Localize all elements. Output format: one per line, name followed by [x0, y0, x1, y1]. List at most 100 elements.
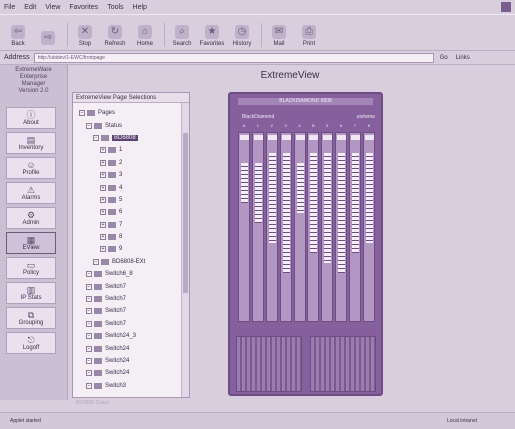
favorites-button[interactable]: ★ Favorites [198, 25, 226, 47]
tree-node[interactable]: − Switch7 [79, 318, 189, 330]
menu-help[interactable]: Help [133, 4, 147, 11]
expand-toggle-icon[interactable]: − [86, 296, 92, 303]
expand-toggle-icon[interactable]: + [100, 246, 106, 253]
slot-ports[interactable] [241, 163, 248, 203]
mail-button[interactable]: ✉ Mail [265, 25, 293, 47]
expand-toggle-icon[interactable]: + [100, 221, 106, 228]
nav-admin[interactable]: ⚙ Admin [6, 207, 56, 229]
tree-node[interactable]: +4 [79, 181, 189, 193]
expand-toggle-icon[interactable]: − [86, 308, 92, 315]
tree-node[interactable]: +7 [79, 219, 189, 231]
menu-tools[interactable]: Tools [107, 4, 123, 11]
stop-button[interactable]: ✕ Stop [71, 25, 99, 47]
chassis-slot[interactable] [251, 132, 264, 322]
slot-ports[interactable] [254, 163, 262, 223]
expand-toggle-icon[interactable]: − [86, 333, 92, 340]
chassis-view[interactable]: BLACKDIAMOND 6808 BlackDiamond extreme A… [228, 92, 383, 396]
tree-node[interactable]: +8 [79, 231, 189, 243]
nav-profile[interactable]: ☺ Profile [6, 157, 56, 179]
chassis-slot[interactable] [279, 132, 292, 322]
power-supply-left[interactable] [236, 336, 302, 392]
tree-node[interactable]: − Switch24 [79, 342, 189, 354]
home-button[interactable]: ⌂ Home [131, 25, 159, 47]
tree-node[interactable]: − Switch24_3 [79, 330, 189, 342]
slot-ports[interactable] [296, 163, 304, 213]
menu-edit[interactable]: Edit [24, 4, 36, 11]
slot-ports[interactable] [282, 153, 290, 273]
tree-node[interactable]: − BD6808-EXt [79, 256, 189, 268]
chassis-slot[interactable] [265, 132, 278, 322]
slot-ports[interactable] [324, 153, 332, 263]
links-button[interactable]: Links [456, 55, 470, 61]
print-button[interactable]: ⎙ Print [295, 25, 323, 47]
expand-toggle-icon[interactable]: + [100, 209, 106, 216]
tree-node[interactable]: +6 [79, 206, 189, 218]
forward-button[interactable]: ⇨ [34, 31, 62, 47]
expand-toggle-icon[interactable]: − [86, 382, 92, 389]
nav-ip-stats[interactable]: ▥ IP Stats [6, 282, 56, 304]
nav-alarms[interactable]: ⚠ Alarms [6, 182, 56, 204]
nav-policy[interactable]: ▭ Policy [6, 257, 56, 279]
nav-logoff[interactable]: ⎋ Logoff [6, 332, 56, 354]
slot-ports[interactable] [352, 153, 359, 253]
expand-toggle-icon[interactable]: − [93, 258, 99, 265]
scroll-thumb[interactable] [183, 133, 188, 293]
tree-node[interactable]: +9 [79, 243, 189, 255]
chassis-slot[interactable] [349, 132, 361, 322]
nav-about[interactable]: ⓘ About [6, 107, 56, 129]
expand-toggle-icon[interactable]: − [86, 283, 92, 290]
nav-inventory[interactable]: ▤ Inventory [6, 132, 56, 154]
slot-ports[interactable] [365, 153, 373, 243]
chassis-slot[interactable] [321, 132, 334, 322]
tree-node[interactable]: +3 [79, 169, 189, 181]
expand-toggle-icon[interactable]: + [100, 196, 106, 203]
chassis-slot[interactable] [362, 132, 375, 322]
slot-ports[interactable] [338, 153, 346, 273]
slot-ports[interactable] [310, 153, 318, 253]
slot-ports[interactable] [268, 153, 276, 243]
tree-node[interactable]: − BD6808 [79, 132, 189, 144]
expand-toggle-icon[interactable]: − [79, 110, 85, 117]
tree-node[interactable]: − Switch3 [79, 380, 189, 392]
tree-node[interactable]: − Switch6_8 [79, 268, 189, 280]
expand-toggle-icon[interactable]: − [86, 271, 92, 278]
back-button[interactable]: ⇦ Back [4, 25, 32, 47]
refresh-button[interactable]: ↻ Refresh [101, 25, 129, 47]
tree-node[interactable]: +1 [79, 144, 189, 156]
expand-toggle-icon[interactable]: + [100, 159, 106, 166]
expand-toggle-icon[interactable]: − [86, 320, 92, 327]
tree-node[interactable]: − Switch7 [79, 280, 189, 292]
go-button[interactable]: Go [440, 55, 448, 61]
expand-toggle-icon[interactable]: − [86, 358, 92, 364]
expand-toggle-icon[interactable]: + [100, 234, 106, 241]
expand-toggle-icon[interactable]: + [100, 184, 106, 191]
expand-toggle-icon[interactable]: − [86, 370, 92, 377]
tree-node[interactable]: − Switch24 [79, 355, 189, 367]
nav-eview[interactable]: ▦ EView [6, 232, 56, 254]
search-button[interactable]: ⌕ Search [168, 25, 196, 47]
tree-node[interactable]: − Switch7 [79, 293, 189, 305]
chassis-slot[interactable] [293, 132, 306, 322]
chassis-slot[interactable] [238, 132, 250, 322]
tree-node[interactable]: − Switch7 [79, 305, 189, 317]
expand-toggle-icon[interactable]: + [100, 172, 106, 179]
menu-favorites[interactable]: Favorites [69, 4, 98, 11]
tree-node[interactable]: +2 [79, 157, 189, 169]
chassis-slot[interactable] [335, 132, 348, 322]
menu-file[interactable]: File [4, 4, 15, 11]
tree-node[interactable]: − Status [79, 119, 189, 131]
chassis-slot[interactable] [307, 132, 320, 322]
expand-toggle-icon[interactable]: − [86, 122, 92, 129]
nav-grouping[interactable]: ⧉ Grouping [6, 307, 56, 329]
expand-toggle-icon[interactable]: + [100, 147, 106, 154]
menu-view[interactable]: View [45, 4, 60, 11]
expand-toggle-icon[interactable]: − [86, 345, 92, 352]
tree-node[interactable]: − Pages [79, 107, 189, 119]
tree-scrollbar[interactable] [181, 103, 189, 397]
tree-node[interactable]: +5 [79, 194, 189, 206]
address-input[interactable]: http://ubidev/1-EWC/frontpage [33, 52, 434, 63]
tree-node[interactable]: − Switch24 [79, 367, 189, 379]
power-supply-right[interactable] [310, 336, 376, 392]
history-button[interactable]: ◷ History [228, 25, 256, 47]
expand-toggle-icon[interactable]: − [93, 134, 99, 141]
